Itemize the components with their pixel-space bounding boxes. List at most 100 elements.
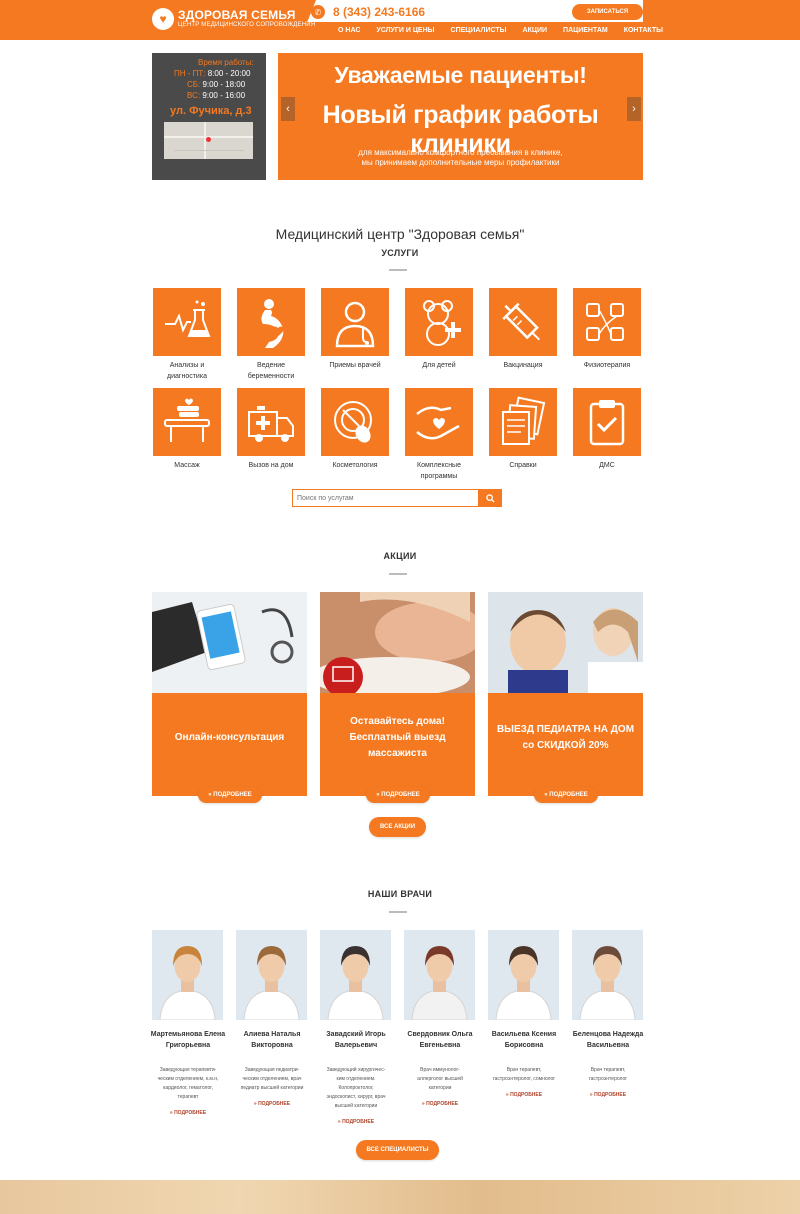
banner-next-arrow-icon[interactable]: › <box>627 97 641 121</box>
doctor-photo[interactable] <box>236 930 307 1020</box>
doctor-more-link[interactable]: » ПОДРОБНЕЕ <box>316 1119 396 1125</box>
banner-prev-arrow-icon[interactable]: ‹ <box>281 97 295 121</box>
nav-patients[interactable]: ПАЦИЕНТАМ <box>555 27 616 34</box>
pregnancy-icon <box>261 299 284 348</box>
doctor-icon <box>335 301 375 348</box>
divider <box>389 573 407 575</box>
lab-icon <box>165 300 211 337</box>
hours-row: ПН - ПТ: 8:00 - 20:00 <box>174 69 250 78</box>
service-tile[interactable] <box>489 388 557 456</box>
banner-heading: Уважаемые пациенты! <box>334 62 587 88</box>
promo-massage-image <box>320 592 475 693</box>
divider <box>389 269 407 271</box>
service-label[interactable]: Справки <box>478 460 568 471</box>
promo-text: ВЫЕЗД ПЕДИАТРА НА ДОМ со СКИДКОЙ 20% <box>496 724 635 751</box>
nav-about[interactable]: О НАС <box>330 27 368 34</box>
service-label[interactable]: Комплексные программы <box>394 460 484 482</box>
family-logo-icon: ♥ <box>152 8 174 30</box>
service-label[interactable]: Приемы врачей <box>310 360 400 371</box>
service-tile[interactable] <box>573 288 641 356</box>
ambulance-icon <box>248 406 294 442</box>
service-tile[interactable] <box>321 388 389 456</box>
service-tile[interactable] <box>573 388 641 456</box>
nav-contacts[interactable]: КОНТАКТЫ <box>616 27 671 34</box>
service-tile[interactable] <box>321 288 389 356</box>
documents-icon <box>502 396 546 445</box>
promo-text: Онлайн-консультация <box>174 732 285 743</box>
service-tile[interactable] <box>237 388 305 456</box>
service-label[interactable]: Ведение беременности <box>226 360 316 382</box>
nav-services-prices[interactable]: УСЛУГИ И ЦЕНЫ <box>368 27 442 34</box>
doctors-title: НАШИ ВРАЧИ <box>367 889 433 899</box>
doctor-description: Заведующая терапевти-ческим отделением, … <box>157 1067 219 1100</box>
service-label[interactable]: ДМС <box>562 460 652 471</box>
center-title: Медицинский центр "Здоровая семья" <box>275 226 525 242</box>
logo-title: ЗДОРОВАЯ СЕМЬЯ <box>178 8 296 22</box>
doctor-name[interactable]: Свердовник Ольга Евгеньевна <box>400 1029 480 1051</box>
promo-card[interactable]: Онлайн-консультация <box>152 592 307 796</box>
doctor-more-link[interactable]: » ПОДРОБНЕЕ <box>568 1092 648 1098</box>
nav-promos[interactable]: АКЦИИ <box>515 27 556 34</box>
doctor-name[interactable]: Мартемьянова Елена Григорьевна <box>148 1029 228 1051</box>
teddy-bear-icon <box>423 300 461 346</box>
care-hands-icon <box>416 406 460 440</box>
address: ул. Фучика, д.3 <box>170 105 252 117</box>
doctor-photo[interactable] <box>572 930 643 1020</box>
doctor-more-link[interactable]: » ПОДРОБНЕЕ <box>484 1092 564 1098</box>
services-search <box>292 489 502 507</box>
service-tile[interactable] <box>405 288 473 356</box>
doctor-photo[interactable] <box>404 930 475 1020</box>
doctor-description: Врач терапевт, гастроэнтеролог, сомнолог <box>492 1067 556 1082</box>
hours-day: СБ: <box>187 80 201 89</box>
service-label[interactable]: Косметология <box>310 460 400 471</box>
cosmetology-icon <box>334 401 372 443</box>
promo-more-button[interactable]: » ПОДРОБНЕЕ <box>198 787 262 803</box>
doctor-photo[interactable] <box>320 930 391 1020</box>
signup-button[interactable]: ЗАПИСАТЬСЯ <box>572 4 643 20</box>
divider <box>389 911 407 913</box>
service-label[interactable]: Физиотерапия <box>562 360 652 371</box>
doctor-more-link[interactable]: » ПОДРОБНЕЕ <box>148 1110 228 1116</box>
doctor-name[interactable]: Алиева Наталья Викторовна <box>232 1029 312 1051</box>
service-tile[interactable] <box>405 388 473 456</box>
service-label[interactable]: Анализы и диагностика <box>142 360 232 382</box>
doctor-more-link[interactable]: » ПОДРОБНЕЕ <box>400 1101 480 1107</box>
doctor-name[interactable]: Васильева Ксения Борисовна <box>484 1029 564 1051</box>
doctor-name[interactable]: Беленцова Надежда Васильевна <box>568 1029 648 1051</box>
promo-card[interactable]: Оставайтесь дома! Бесплатный выезд массажи… <box>320 592 475 796</box>
promo-more-button[interactable]: » ПОДРОБНЕЕ <box>534 787 598 803</box>
service-label[interactable]: Вакцинация <box>478 360 568 371</box>
all-promos-button[interactable]: ВСЕ АКЦИИ <box>369 817 426 837</box>
doctor-photo[interactable] <box>488 930 559 1020</box>
footer-background <box>0 1180 800 1214</box>
service-tile[interactable] <box>153 388 221 456</box>
services-search-input[interactable] <box>297 492 472 504</box>
promo-online-image <box>152 592 307 693</box>
hours-time: 9:00 - 18:00 <box>202 80 246 89</box>
doctor-description: Заведующая педиатри-ческим отделением, в… <box>240 1067 304 1091</box>
location-map[interactable] <box>164 122 253 159</box>
hours-day: ВС: <box>187 91 201 100</box>
service-tile[interactable] <box>153 288 221 356</box>
service-tile[interactable] <box>237 288 305 356</box>
service-label[interactable]: Вызов на дом <box>226 460 316 471</box>
doctor-description: Врач иммунолог-аллерголог высшей категори… <box>417 1067 463 1091</box>
nav-specialists[interactable]: СПЕЦИАЛИСТЫ <box>443 27 515 34</box>
promo-more-button[interactable]: » ПОДРОБНЕЕ <box>366 787 430 803</box>
search-button[interactable] <box>478 489 502 507</box>
all-specialists-button[interactable]: ВСЕ СПЕЦИАЛИСТЫ <box>356 1140 439 1160</box>
service-label[interactable]: Для детей <box>394 360 484 371</box>
doctor-photo[interactable] <box>152 930 223 1020</box>
promos-title: АКЦИИ <box>383 551 417 561</box>
doctor-name[interactable]: Завадский Игорь Валерьевич <box>316 1029 396 1051</box>
service-tile[interactable] <box>489 288 557 356</box>
promo-pediatrician-image <box>488 592 643 693</box>
hours-time: 8:00 - 20:00 <box>207 69 251 78</box>
doctor-description: Заведующий хирургичес-ким отделением. Кол… <box>326 1067 386 1109</box>
doctor-more-link[interactable]: » ПОДРОБНЕЕ <box>232 1101 312 1107</box>
massage-table-icon <box>164 398 210 442</box>
service-label[interactable]: Массаж <box>142 460 232 471</box>
promo-card[interactable]: ВЫЕЗД ПЕДИАТРА НА ДОМ со СКИДКОЙ 20% <box>488 592 643 796</box>
phone-number[interactable]: 8 (343) 243-6166 <box>333 5 425 19</box>
hours-row: СБ: 9:00 - 18:00 <box>187 80 245 89</box>
